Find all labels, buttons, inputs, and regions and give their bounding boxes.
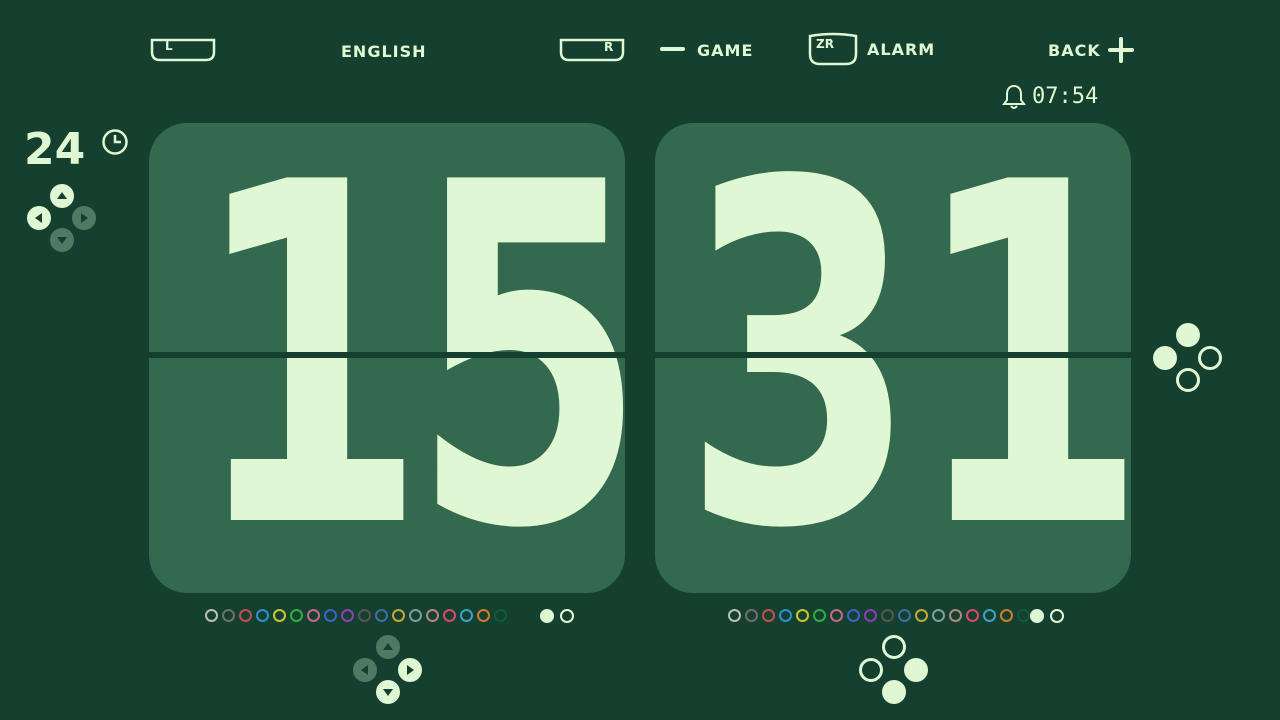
- color-swatch-4[interactable]: [779, 609, 792, 622]
- color-swatch-17[interactable]: [1000, 609, 1013, 622]
- color-swatch-14[interactable]: [949, 609, 962, 622]
- color-swatch-5[interactable]: [796, 609, 809, 622]
- flip-divider: [149, 352, 625, 358]
- color-swatch-3[interactable]: [762, 609, 775, 622]
- r-button-icon: [559, 38, 625, 62]
- clock-icon[interactable]: [101, 128, 129, 160]
- color-palette-left[interactable]: [205, 609, 507, 622]
- color-swatch-10[interactable]: [358, 609, 371, 622]
- color-swatch-9[interactable]: [864, 609, 877, 622]
- zr-button[interactable]: ZR: [806, 32, 860, 68]
- color-swatch-9[interactable]: [341, 609, 354, 622]
- hour-card[interactable]: 1 5: [149, 123, 625, 593]
- color-swatch-6[interactable]: [813, 609, 826, 622]
- color-swatch-16[interactable]: [460, 609, 473, 622]
- theme-toggle-right[interactable]: [1030, 609, 1064, 623]
- bell-icon: [1002, 84, 1026, 114]
- theme-dot-filled[interactable]: [540, 609, 554, 623]
- face-buttons-bottom-icon[interactable]: [858, 634, 930, 710]
- theme-dot-empty[interactable]: [560, 609, 574, 623]
- color-swatch-12[interactable]: [392, 609, 405, 622]
- color-swatch-3[interactable]: [239, 609, 252, 622]
- dpad-left-icon[interactable]: [26, 184, 98, 258]
- alarm-time: 07:54: [1032, 84, 1099, 109]
- color-palette-right[interactable]: [728, 609, 1030, 622]
- color-swatch-6[interactable]: [290, 609, 303, 622]
- color-swatch-1[interactable]: [205, 609, 218, 622]
- color-swatch-18[interactable]: [1017, 609, 1030, 622]
- color-swatch-11[interactable]: [375, 609, 388, 622]
- color-swatch-13[interactable]: [409, 609, 422, 622]
- alarm-button[interactable]: ALARM: [867, 40, 935, 59]
- color-swatch-7[interactable]: [830, 609, 843, 622]
- color-swatch-8[interactable]: [847, 609, 860, 622]
- theme-toggle-left[interactable]: [540, 609, 574, 623]
- minus-icon: [660, 47, 685, 51]
- r-button-label: R: [604, 40, 614, 54]
- color-swatch-14[interactable]: [426, 609, 439, 622]
- dpad-bottom-icon[interactable]: [352, 634, 424, 710]
- zr-button-label: ZR: [816, 37, 834, 51]
- color-swatch-2[interactable]: [745, 609, 758, 622]
- color-swatch-11[interactable]: [898, 609, 911, 622]
- hour-digit-2: 5: [411, 123, 625, 593]
- color-swatch-7[interactable]: [307, 609, 320, 622]
- r-button[interactable]: R: [559, 38, 625, 62]
- l-button[interactable]: L: [150, 38, 216, 62]
- hour-digit-1: 1: [191, 123, 427, 593]
- game-button[interactable]: GAME: [697, 41, 753, 60]
- theme-dot-filled[interactable]: [1030, 609, 1044, 623]
- minute-digit-1: 3: [682, 123, 918, 593]
- minute-card[interactable]: 3 1: [655, 123, 1131, 593]
- color-swatch-16[interactable]: [983, 609, 996, 622]
- color-swatch-17[interactable]: [477, 609, 490, 622]
- color-swatch-2[interactable]: [222, 609, 235, 622]
- color-swatch-1[interactable]: [728, 609, 741, 622]
- color-swatch-4[interactable]: [256, 609, 269, 622]
- face-buttons-right-icon[interactable]: [1152, 322, 1224, 398]
- color-swatch-18[interactable]: [494, 609, 507, 622]
- flip-divider: [655, 352, 1131, 358]
- theme-dot-empty[interactable]: [1050, 609, 1064, 623]
- l-button-label: L: [165, 39, 173, 53]
- color-swatch-13[interactable]: [932, 609, 945, 622]
- language-button[interactable]: ENGLISH: [341, 42, 427, 61]
- color-swatch-8[interactable]: [324, 609, 337, 622]
- color-swatch-5[interactable]: [273, 609, 286, 622]
- color-swatch-12[interactable]: [915, 609, 928, 622]
- color-swatch-10[interactable]: [881, 609, 894, 622]
- back-button[interactable]: BACK: [1048, 41, 1101, 60]
- l-button-icon: [150, 38, 216, 62]
- color-swatch-15[interactable]: [443, 609, 456, 622]
- format-label: 24: [24, 124, 86, 175]
- color-swatch-15[interactable]: [966, 609, 979, 622]
- plus-icon[interactable]: [1108, 37, 1134, 63]
- minute-digit-2: 1: [912, 123, 1131, 593]
